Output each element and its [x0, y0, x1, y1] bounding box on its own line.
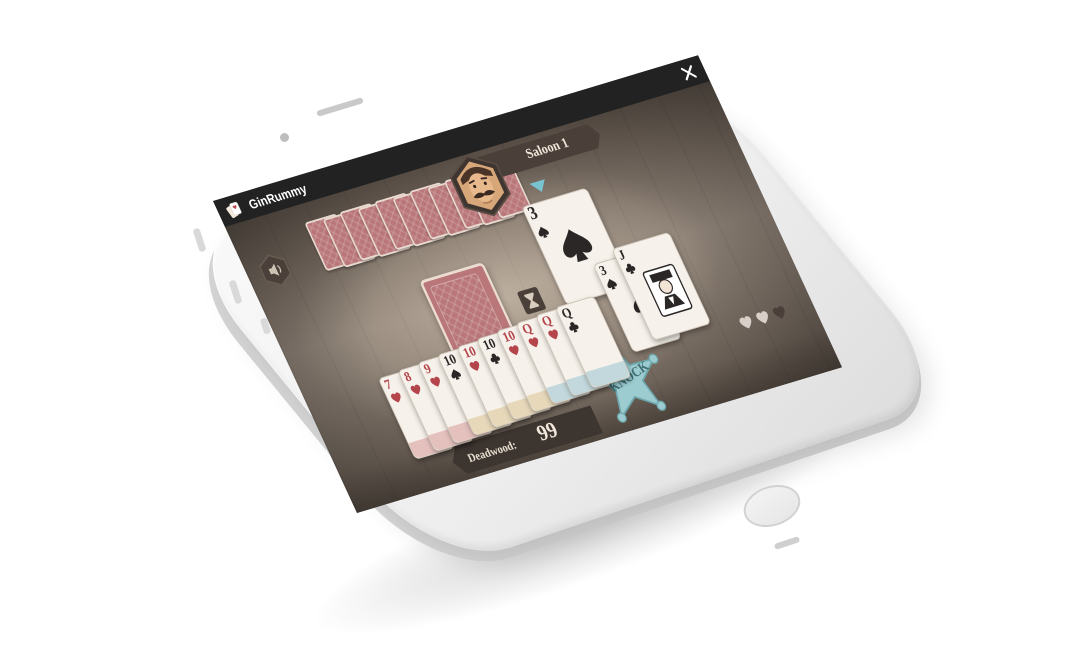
card-rank: 7 [382, 377, 395, 393]
card-rank: J [615, 247, 629, 264]
card-rank: Q [539, 313, 555, 330]
heart-icon [469, 360, 480, 371]
heart-icon [430, 376, 440, 387]
club-icon [569, 322, 579, 333]
front-camera [280, 133, 289, 142]
cards-icon [226, 201, 242, 219]
charging-port [773, 536, 801, 550]
triangle-down-icon [529, 179, 545, 192]
volume-up-button [192, 227, 207, 253]
heart-icon [390, 392, 401, 403]
lives-indicator [735, 296, 805, 335]
card-rank: Q [519, 321, 536, 338]
club-icon [490, 353, 500, 365]
card-rank: 3 [597, 263, 610, 279]
card-rank: 8 [401, 369, 415, 386]
spade-icon [538, 226, 549, 239]
heart-icon [548, 329, 558, 340]
club-icon [626, 263, 636, 275]
spade-icon [451, 369, 461, 380]
heart-icon [508, 345, 519, 356]
earpiece [316, 97, 364, 117]
spade-icon [607, 278, 617, 290]
stage: GinRummy Saloon 1 3 7 8 9 10 10 10 10 Q … [0, 0, 1080, 660]
hourglass-icon [517, 286, 546, 315]
jack-portrait-icon [642, 263, 693, 317]
close-icon[interactable] [675, 60, 703, 86]
phone-mockup: GinRummy Saloon 1 3 7 8 9 10 10 10 10 Q … [0, 0, 1080, 660]
speaker-icon[interactable] [253, 249, 297, 291]
heart-icon [739, 316, 752, 329]
card-rank: 9 [421, 361, 434, 378]
card-rank: Q [559, 305, 575, 322]
spade-icon [563, 229, 593, 263]
heart-icon [772, 306, 785, 319]
heart-icon [410, 384, 421, 395]
discard-rank: 3 [524, 202, 542, 225]
heart-icon [528, 337, 539, 348]
heart-icon [756, 311, 768, 324]
